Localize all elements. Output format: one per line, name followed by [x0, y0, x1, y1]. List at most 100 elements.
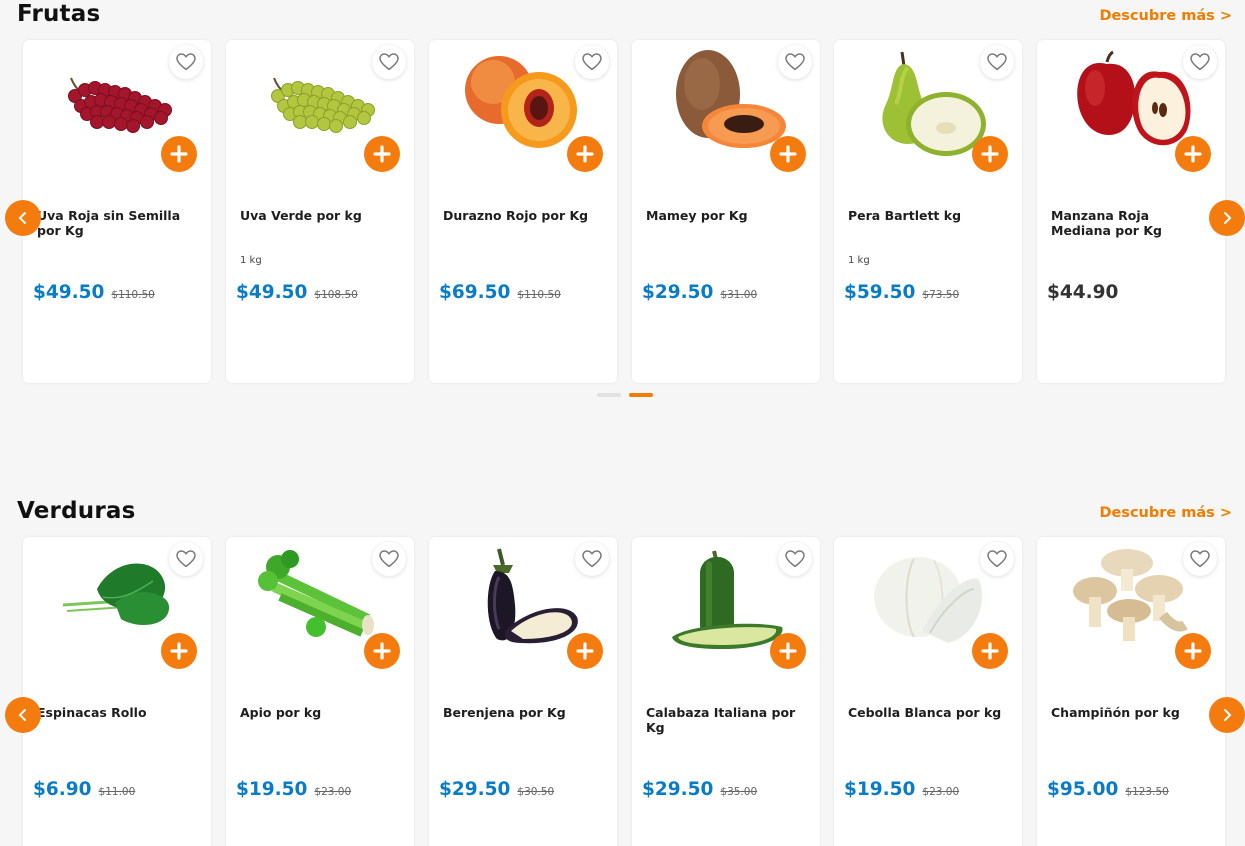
product-image-mushrooms[interactable] [1067, 541, 1195, 659]
add-to-cart-plus-icon[interactable] [1175, 633, 1211, 669]
carousel-next-chevron-right-icon[interactable] [1209, 200, 1245, 236]
price-row: $29.50 $35.00 [642, 779, 757, 800]
product-old-price: $73.50 [922, 289, 960, 301]
add-to-cart-plus-icon[interactable] [161, 136, 197, 172]
product-price: $49.50 [236, 282, 308, 303]
price-row: $44.90 [1047, 282, 1118, 303]
add-to-cart-plus-icon[interactable] [770, 633, 806, 669]
product-name[interactable]: Mamey por Kg [646, 208, 808, 223]
product-carousel: Uva Roja sin Semilla por Kg $49.50 $110.50… [0, 40, 1245, 383]
product-name[interactable]: Espinacas Rollo [37, 705, 199, 720]
product-name[interactable]: Cebolla Blanca por kg [848, 705, 1010, 720]
product-price: $44.90 [1047, 282, 1119, 303]
product-price: $29.50 [642, 282, 714, 303]
product-old-price: $30.50 [517, 786, 555, 798]
product-price: $19.50 [844, 779, 916, 800]
price-row: $6.90 $11.00 [33, 779, 135, 800]
price-row: $69.50 $110.50 [439, 282, 561, 303]
add-to-cart-plus-icon[interactable] [1175, 136, 1211, 172]
product-card[interactable]: Mamey por Kg $29.50 $31.00 [632, 40, 820, 383]
section-title: Verduras [17, 498, 136, 524]
product-image-red-grapes[interactable] [53, 44, 181, 162]
add-to-cart-plus-icon[interactable] [364, 633, 400, 669]
product-old-price: $11.00 [98, 786, 136, 798]
add-to-cart-plus-icon[interactable] [364, 136, 400, 172]
add-to-cart-plus-icon[interactable] [972, 633, 1008, 669]
price-row: $19.50 $23.00 [844, 779, 959, 800]
product-image-zucchini[interactable] [662, 541, 790, 659]
section-verduras: Verduras Descubre más > Espinacas Rollo $6… [0, 497, 1245, 846]
product-name[interactable]: Uva Verde por kg [240, 208, 402, 223]
product-old-price: $23.00 [922, 786, 960, 798]
product-price: $6.90 [33, 779, 92, 800]
product-image-mamey[interactable] [662, 44, 790, 162]
price-row: $49.50 $110.50 [33, 282, 155, 303]
price-row: $49.50 $108.50 [236, 282, 358, 303]
product-image-celery[interactable] [256, 541, 384, 659]
product-name[interactable]: Manzana Roja Mediana por Kg [1051, 208, 1213, 238]
product-old-price: $31.00 [720, 289, 758, 301]
pagination-dot[interactable] [597, 393, 621, 397]
product-price: $69.50 [439, 282, 511, 303]
price-row: $29.50 $31.00 [642, 282, 757, 303]
price-row: $95.00 $123.50 [1047, 779, 1169, 800]
add-to-cart-plus-icon[interactable] [972, 136, 1008, 172]
product-image-eggplant[interactable] [459, 541, 587, 659]
product-old-price: $123.50 [1125, 786, 1169, 798]
product-old-price: $108.50 [314, 289, 358, 301]
product-carousel: Espinacas Rollo $6.90 $11.00 Apio por kg $1… [0, 537, 1245, 846]
carousel-next-chevron-right-icon[interactable] [1209, 697, 1245, 733]
carousel-pagination [597, 393, 653, 397]
section-frutas: Frutas Descubre más > Uva Roja sin Semilla… [0, 0, 1245, 383]
product-old-price: $35.00 [720, 786, 758, 798]
product-card[interactable]: Apio por kg $19.50 $23.00 [226, 537, 414, 846]
add-to-cart-plus-icon[interactable] [161, 633, 197, 669]
product-card[interactable]: Calabaza Italiana por Kg $29.50 $35.00 [632, 537, 820, 846]
product-image-red-apple[interactable] [1067, 44, 1195, 162]
product-card[interactable]: Cebolla Blanca por kg $19.50 $23.00 [834, 537, 1022, 846]
price-row: $59.50 $73.50 [844, 282, 959, 303]
add-to-cart-plus-icon[interactable] [567, 633, 603, 669]
product-card[interactable]: Manzana Roja Mediana por Kg $44.90 [1037, 40, 1225, 383]
product-old-price: $110.50 [111, 289, 155, 301]
product-image-spinach[interactable] [53, 541, 181, 659]
add-to-cart-plus-icon[interactable] [770, 136, 806, 172]
discover-more-link[interactable]: Descubre más > [1099, 8, 1232, 24]
product-price: $49.50 [33, 282, 105, 303]
carousel-prev-chevron-left-icon[interactable] [5, 200, 41, 236]
add-to-cart-plus-icon[interactable] [567, 136, 603, 172]
product-price: $29.50 [439, 779, 511, 800]
price-row: $19.50 $23.00 [236, 779, 351, 800]
carousel-prev-chevron-left-icon[interactable] [5, 697, 41, 733]
product-card[interactable]: Uva Roja sin Semilla por Kg $49.50 $110.50 [23, 40, 211, 383]
product-card[interactable]: Espinacas Rollo $6.90 $11.00 [23, 537, 211, 846]
section-title: Frutas [17, 1, 101, 27]
product-price: $29.50 [642, 779, 714, 800]
pagination-dot[interactable] [629, 393, 653, 397]
product-name[interactable]: Durazno Rojo por Kg [443, 208, 605, 223]
price-row: $29.50 $30.50 [439, 779, 554, 800]
product-name[interactable]: Berenjena por Kg [443, 705, 605, 720]
product-image-peach[interactable] [459, 44, 587, 162]
product-price: $19.50 [236, 779, 308, 800]
product-image-green-grapes[interactable] [256, 44, 384, 162]
product-name[interactable]: Uva Roja sin Semilla por Kg [37, 208, 199, 238]
product-card[interactable]: Berenjena por Kg $29.50 $30.50 [429, 537, 617, 846]
product-image-pear[interactable] [864, 44, 992, 162]
product-card[interactable]: Uva Verde por kg 1 kg $49.50 $108.50 [226, 40, 414, 383]
product-card[interactable]: Champiñón por kg $95.00 $123.50 [1037, 537, 1225, 846]
product-name[interactable]: Apio por kg [240, 705, 402, 720]
product-unit: 1 kg [848, 255, 870, 266]
product-old-price: $110.50 [517, 289, 561, 301]
product-image-white-onion[interactable] [864, 541, 992, 659]
product-old-price: $23.00 [314, 786, 352, 798]
discover-more-link[interactable]: Descubre más > [1099, 505, 1232, 521]
product-card[interactable]: Durazno Rojo por Kg $69.50 $110.50 [429, 40, 617, 383]
product-price: $59.50 [844, 282, 916, 303]
product-price: $95.00 [1047, 779, 1119, 800]
product-unit: 1 kg [240, 255, 262, 266]
product-name[interactable]: Champiñón por kg [1051, 705, 1213, 720]
product-card[interactable]: Pera Bartlett kg 1 kg $59.50 $73.50 [834, 40, 1022, 383]
product-name[interactable]: Calabaza Italiana por Kg [646, 705, 808, 735]
product-name[interactable]: Pera Bartlett kg [848, 208, 1010, 223]
